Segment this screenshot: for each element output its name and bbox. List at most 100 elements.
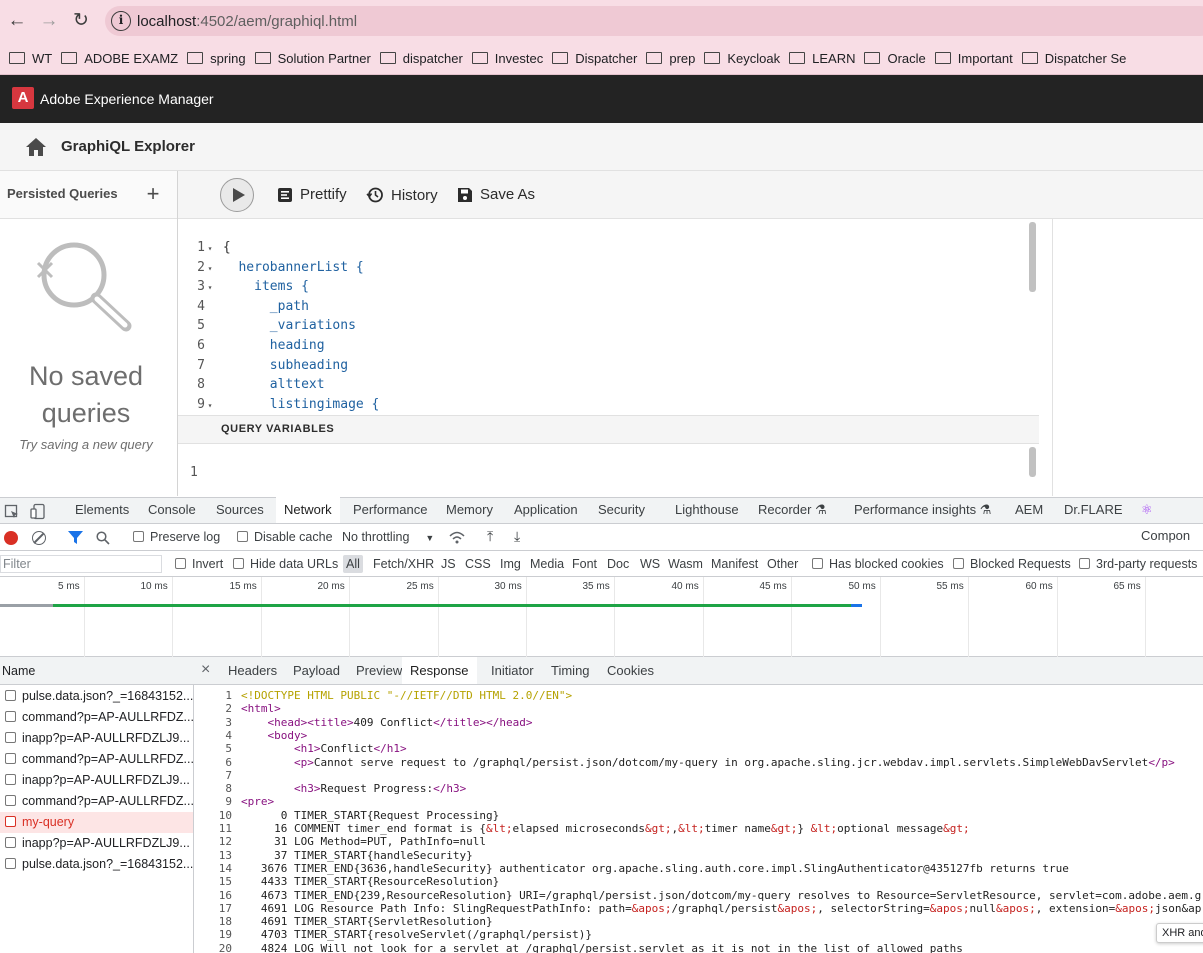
bookmark-folder[interactable]: Oracle bbox=[864, 42, 926, 74]
detail-tab-preview[interactable]: Preview bbox=[356, 657, 402, 684]
detail-tab-headers[interactable]: Headers bbox=[228, 657, 277, 684]
home-icon[interactable] bbox=[24, 136, 48, 158]
request-row[interactable]: my-query bbox=[0, 812, 193, 833]
request-checkbox[interactable] bbox=[5, 858, 16, 869]
fold-arrow-icon[interactable]: ▾ bbox=[205, 396, 215, 416]
third-party-box[interactable] bbox=[1079, 558, 1090, 569]
bookmark-folder[interactable]: prep bbox=[646, 42, 695, 74]
request-checkbox[interactable] bbox=[5, 816, 16, 827]
network-conditions-icon[interactable] bbox=[449, 531, 465, 544]
disable-cache-box[interactable] bbox=[237, 531, 248, 542]
save-as-button[interactable]: Save As bbox=[457, 186, 535, 203]
editor-scrollbar[interactable] bbox=[1029, 222, 1036, 292]
device-toolbar-icon[interactable] bbox=[30, 503, 46, 520]
bookmark-folder[interactable]: spring bbox=[187, 42, 246, 74]
blocked-requests-checkbox[interactable]: Blocked Requests bbox=[953, 557, 1071, 571]
type-filter-ws[interactable]: WS bbox=[640, 557, 660, 571]
request-row[interactable]: inapp?p=AP-AULLRFDZLJ9... bbox=[0, 833, 193, 854]
type-filter-font[interactable]: Font bbox=[572, 557, 597, 571]
history-button[interactable]: History bbox=[366, 186, 438, 204]
request-checkbox[interactable] bbox=[5, 753, 16, 764]
devtools-tab-network[interactable]: Network bbox=[276, 497, 340, 523]
request-list-header[interactable]: Name bbox=[0, 657, 194, 685]
type-filter-fetch-xhr[interactable]: Fetch/XHR bbox=[373, 557, 434, 571]
invert-checkbox[interactable]: Invert bbox=[175, 557, 223, 571]
reload-icon[interactable]: ↻ bbox=[69, 9, 93, 33]
filter-icon[interactable] bbox=[68, 531, 83, 545]
run-query-button[interactable] bbox=[220, 178, 254, 212]
has-blocked-cookies-box[interactable] bbox=[812, 558, 823, 569]
bookmark-folder[interactable]: Important bbox=[934, 42, 1013, 74]
detail-tab-response[interactable]: Response bbox=[402, 657, 477, 684]
request-checkbox[interactable] bbox=[5, 690, 16, 701]
request-row[interactable]: inapp?p=AP-AULLRFDZLJ9... bbox=[0, 770, 193, 791]
devtools-tab-dr-flare[interactable]: Dr.FLARE bbox=[1064, 497, 1123, 523]
detail-tab-payload[interactable]: Payload bbox=[293, 657, 340, 684]
request-row[interactable]: inapp?p=AP-AULLRFDZLJ9... bbox=[0, 728, 193, 749]
request-checkbox[interactable] bbox=[5, 732, 16, 743]
preserve-log-box[interactable] bbox=[133, 531, 144, 542]
bookmark-folder[interactable]: Solution Partner bbox=[254, 42, 371, 74]
detail-tab-initiator[interactable]: Initiator bbox=[491, 657, 534, 684]
devtools-tab-aem[interactable]: AEM bbox=[1015, 497, 1043, 523]
devtools-tab-recorder[interactable]: Recorder ⚗ bbox=[758, 497, 827, 523]
prettify-button[interactable]: Prettify bbox=[277, 186, 347, 203]
request-checkbox[interactable] bbox=[5, 795, 16, 806]
bookmark-folder[interactable]: Dispatcher Se bbox=[1021, 42, 1126, 74]
has-blocked-cookies-checkbox[interactable]: Has blocked cookies bbox=[812, 557, 944, 571]
fold-arrow-icon[interactable]: ▾ bbox=[205, 259, 215, 279]
inspect-element-icon[interactable] bbox=[4, 504, 20, 520]
devtools-tab-sources[interactable]: Sources bbox=[216, 497, 264, 523]
record-icon[interactable] bbox=[4, 531, 18, 545]
request-row[interactable]: pulse.data.json?_=16843152... bbox=[0, 686, 193, 707]
import-har-icon[interactable]: ⤒ bbox=[487, 528, 493, 545]
bookmark-folder[interactable]: Dispatcher bbox=[552, 42, 637, 74]
close-detail-icon[interactable]: × bbox=[201, 661, 210, 679]
blocked-requests-box[interactable] bbox=[953, 558, 964, 569]
clear-icon[interactable] bbox=[32, 531, 46, 545]
request-row[interactable]: command?p=AP-AULLRFDZ... bbox=[0, 707, 193, 728]
preserve-log-checkbox[interactable]: Preserve log bbox=[133, 530, 220, 544]
type-filter-media[interactable]: Media bbox=[530, 557, 564, 571]
request-row[interactable]: pulse.data.json?_=16843152... bbox=[0, 854, 193, 875]
type-filter-other[interactable]: Other bbox=[767, 557, 798, 571]
fold-arrow-icon[interactable]: ▾ bbox=[205, 278, 215, 298]
devtools-tab-performance[interactable]: Performance bbox=[353, 497, 427, 523]
type-filter-all[interactable]: All bbox=[343, 555, 363, 573]
invert-box[interactable] bbox=[175, 558, 186, 569]
back-arrow-icon[interactable]: ← bbox=[5, 9, 29, 33]
type-filter-manifest[interactable]: Manifest bbox=[711, 557, 758, 571]
disable-cache-checkbox[interactable]: Disable cache bbox=[237, 530, 333, 544]
devtools-tab-security[interactable]: Security bbox=[598, 497, 645, 523]
devtools-tab-application[interactable]: Application bbox=[514, 497, 578, 523]
variables-scrollbar[interactable] bbox=[1029, 447, 1036, 477]
add-query-button[interactable]: + bbox=[144, 181, 162, 207]
devtools-tab-lighthouse[interactable]: Lighthouse bbox=[675, 497, 739, 523]
devtools-tab-memory[interactable]: Memory bbox=[446, 497, 493, 523]
search-icon[interactable] bbox=[96, 531, 110, 545]
throttling-select[interactable]: No throttling ▼ bbox=[342, 530, 434, 544]
devtools-tab-elements[interactable]: Elements bbox=[75, 497, 129, 523]
third-party-checkbox[interactable]: 3rd-party requests bbox=[1079, 557, 1197, 571]
export-har-icon[interactable]: ⤓ bbox=[514, 528, 520, 545]
request-checkbox[interactable] bbox=[5, 774, 16, 785]
bookmark-folder[interactable]: WT bbox=[9, 42, 52, 74]
bookmark-folder[interactable]: LEARN bbox=[789, 42, 855, 74]
forward-arrow-icon[interactable]: → bbox=[37, 9, 61, 33]
devtools-tab-compon[interactable]: ⚛ Compon bbox=[1141, 497, 1203, 543]
request-checkbox[interactable] bbox=[5, 837, 16, 848]
devtools-tab-console[interactable]: Console bbox=[148, 497, 196, 523]
detail-tab-timing[interactable]: Timing bbox=[551, 657, 590, 684]
bookmark-folder[interactable]: Keycloak bbox=[704, 42, 780, 74]
bookmark-folder[interactable]: dispatcher bbox=[379, 42, 463, 74]
fold-arrow-icon[interactable]: ▾ bbox=[205, 239, 215, 259]
bookmark-folder[interactable]: ADOBE EXAMZ bbox=[61, 42, 178, 74]
type-filter-js[interactable]: JS bbox=[441, 557, 456, 571]
request-row[interactable]: command?p=AP-AULLRFDZ... bbox=[0, 791, 193, 812]
devtools-tab-performance-insights[interactable]: Performance insights ⚗ bbox=[854, 497, 991, 523]
type-filter-css[interactable]: CSS bbox=[465, 557, 491, 571]
type-filter-doc[interactable]: Doc bbox=[607, 557, 629, 571]
hide-data-urls-checkbox[interactable]: Hide data URLs bbox=[233, 557, 338, 571]
request-checkbox[interactable] bbox=[5, 711, 16, 722]
detail-tab-cookies[interactable]: Cookies bbox=[607, 657, 654, 684]
